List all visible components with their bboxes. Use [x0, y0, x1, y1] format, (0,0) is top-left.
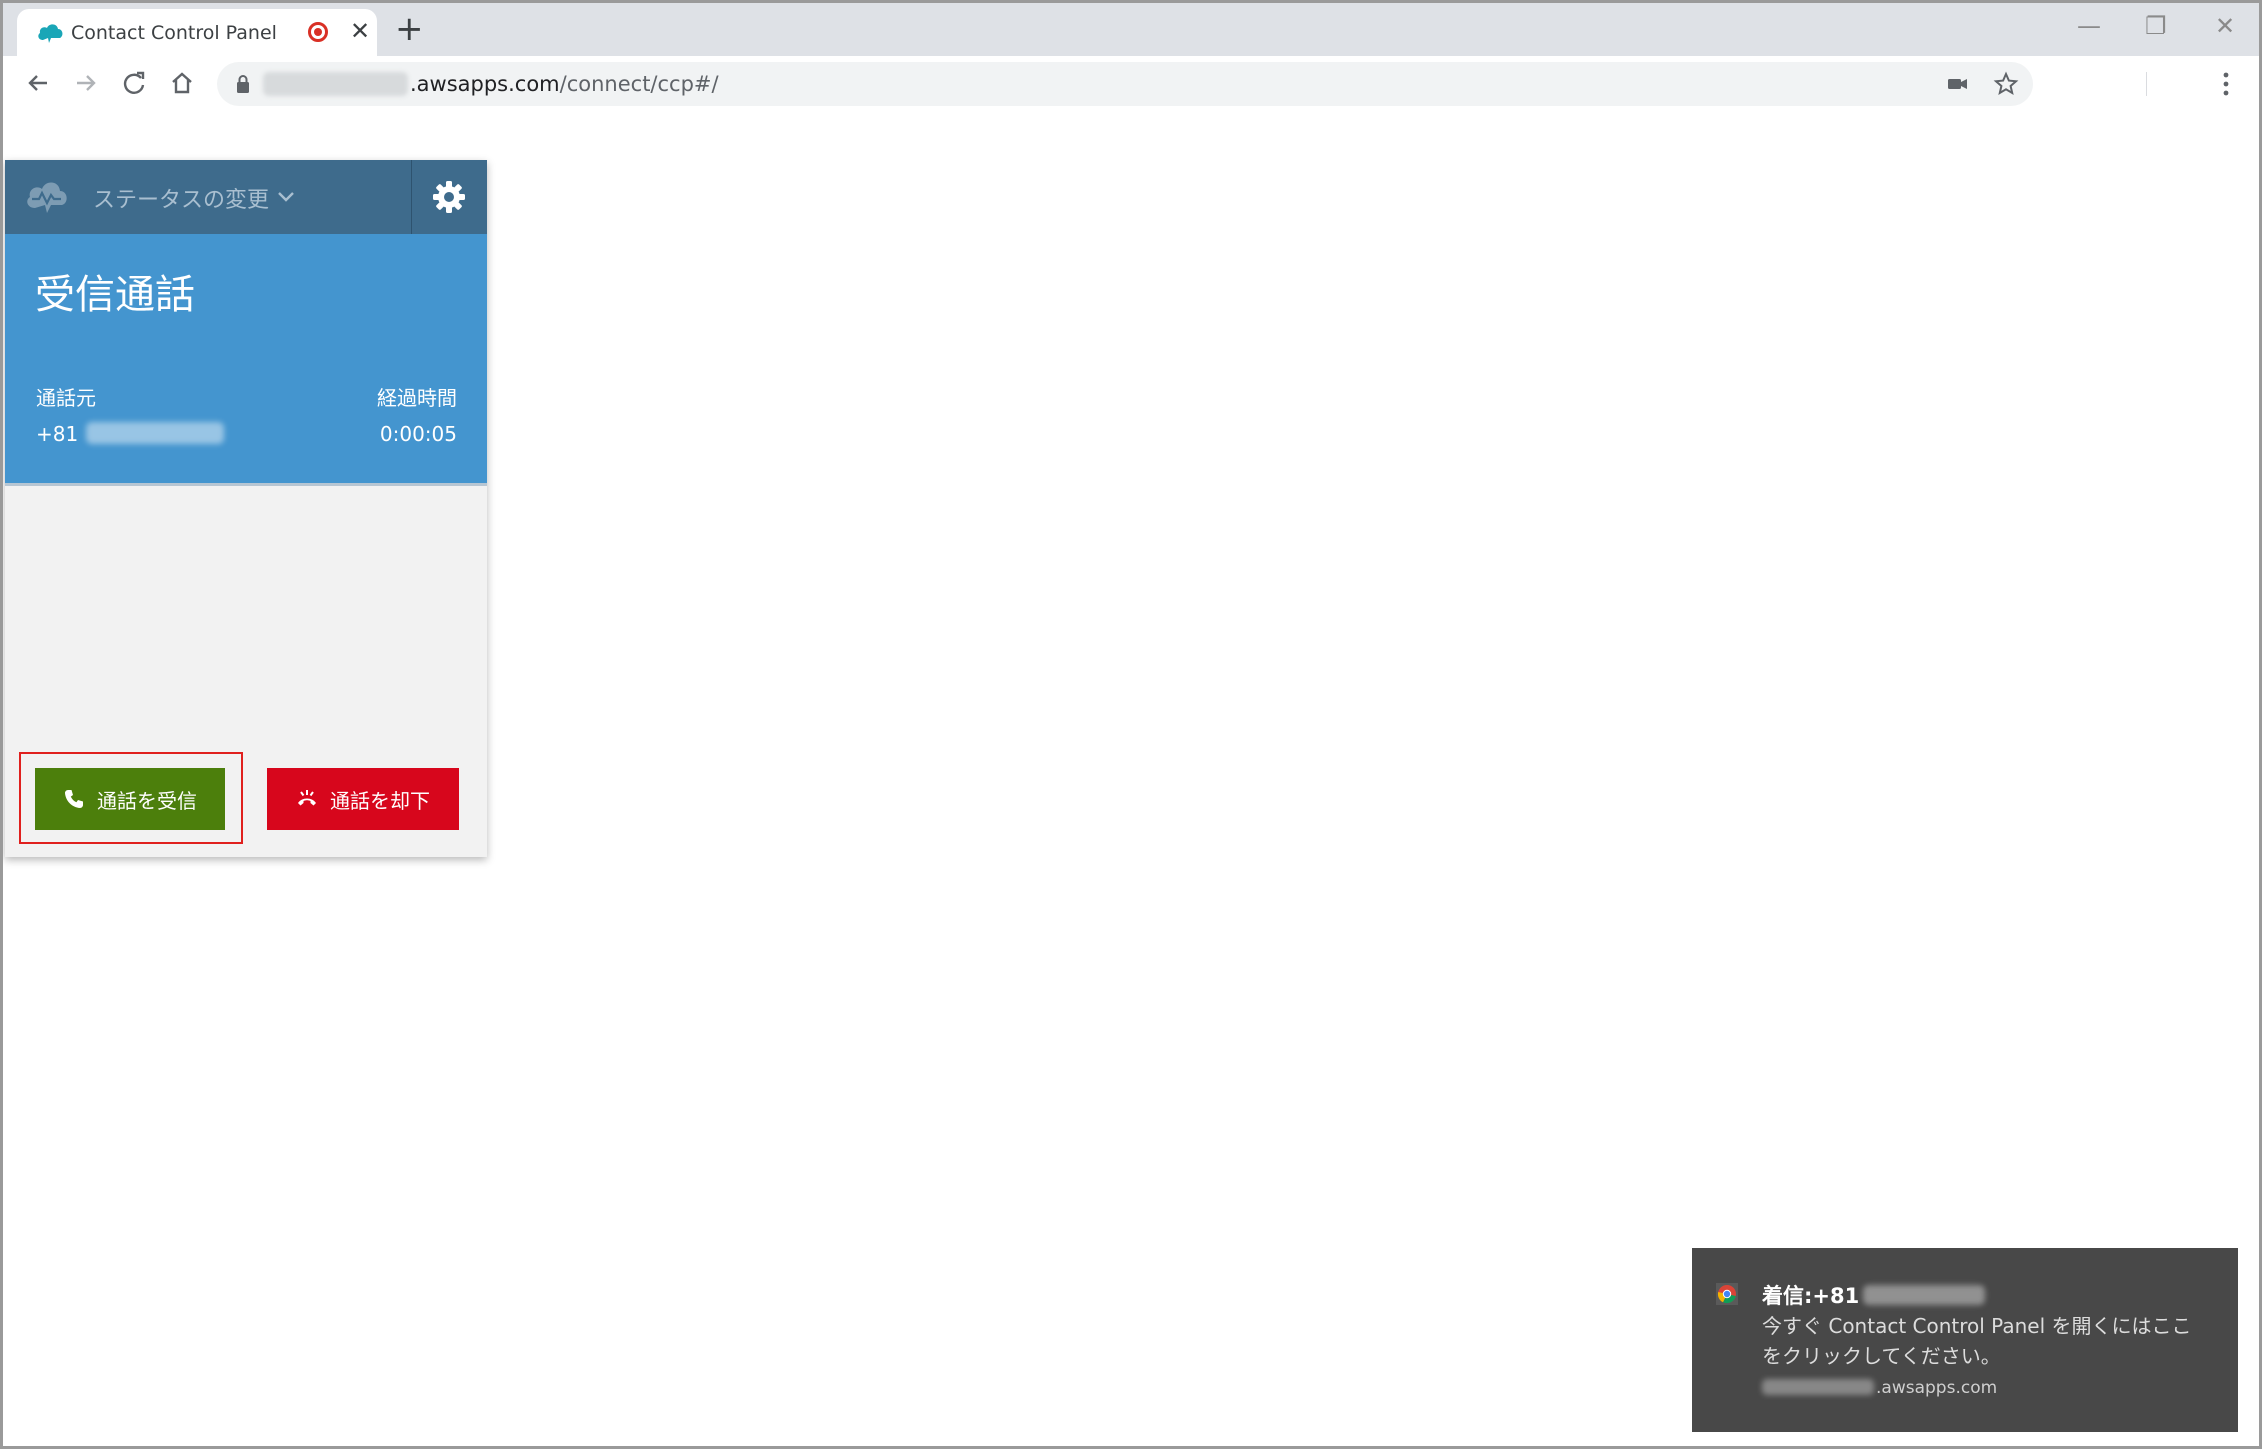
accept-call-button[interactable]: 通話を受信: [35, 768, 225, 830]
phone-icon: [65, 790, 83, 808]
elapsed-time-value: 0:00:05: [379, 422, 457, 446]
caller-label: 通話元: [36, 386, 96, 410]
url-path: /connect/ccp#/: [559, 72, 719, 96]
notification-title-prefix: 着信:+81: [1762, 1284, 1860, 1308]
gear-icon[interactable]: [432, 180, 466, 214]
tab-close-icon[interactable]: ✕: [350, 19, 370, 43]
home-icon[interactable]: [167, 68, 197, 98]
notification-source-domain: .awsapps.com: [1876, 1378, 1998, 1398]
caller-number-redacted: [86, 422, 225, 444]
chevron-down-icon[interactable]: [277, 191, 295, 203]
reject-call-label: 通話を却下: [330, 788, 430, 813]
tab-strip: Contact Control Panel ✕ + — ❐ ✕: [3, 3, 2259, 56]
notification-source: .awsapps.com: [1762, 1378, 1997, 1398]
url-host-blurred: test-connect1: [263, 72, 408, 96]
caller-number: +81: [36, 422, 225, 446]
lock-icon[interactable]: [235, 74, 251, 94]
accept-call-label: 通話を受信: [97, 788, 197, 813]
elapsed-time-label: 経過時間: [377, 386, 457, 410]
record-icon: [308, 22, 328, 42]
notification-body: 今すぐ Contact Control Panel を開くにはここをクリックして…: [1762, 1314, 2192, 1368]
minimize-icon[interactable]: —: [2077, 11, 2101, 41]
window-close-icon[interactable]: ✕: [2215, 11, 2235, 41]
url-host: .awsapps.com: [409, 72, 560, 96]
aws-connect-cloud-icon: [38, 24, 63, 43]
ccp-header: ステータスの変更: [5, 160, 487, 234]
back-icon[interactable]: [23, 68, 53, 98]
tab-contact-control-panel[interactable]: Contact Control Panel ✕: [17, 9, 377, 56]
aws-connect-logo-icon: [27, 182, 67, 213]
star-icon[interactable]: [1993, 71, 2019, 97]
incoming-call-notification[interactable]: 着信:+81 今すぐ Contact Control Panel を開くにはここ…: [1692, 1248, 2238, 1432]
notification-title: 着信:+81: [1762, 1280, 1986, 1310]
header-divider: [411, 160, 412, 234]
toolbar-separator: [2146, 72, 2147, 96]
incoming-call-info: 受信通話 通話元 経過時間 +81 0:00:05: [5, 234, 487, 486]
notification-number-redacted: [1863, 1285, 1986, 1305]
reject-call-button[interactable]: 通話を却下: [267, 768, 459, 830]
url-text: test-connect1.awsapps.com/connect/ccp#/: [263, 72, 719, 96]
contact-control-panel: ステータスの変更 受信通話 通話元 経過時間 +81 0:00:05 通話を受信…: [5, 160, 487, 857]
new-tab-plus-icon[interactable]: +: [395, 11, 424, 47]
address-bar[interactable]: test-connect1.awsapps.com/connect/ccp#/: [217, 62, 2033, 106]
tab-title: Contact Control Panel: [71, 22, 277, 44]
browser-toolbar: test-connect1.awsapps.com/connect/ccp#/: [3, 56, 2259, 113]
forward-icon[interactable]: [71, 68, 101, 98]
status-change-dropdown[interactable]: ステータスの変更: [93, 182, 269, 214]
notification-source-redacted: [1762, 1379, 1874, 1395]
camera-icon[interactable]: [1945, 71, 1971, 97]
caller-number-prefix: +81: [36, 422, 79, 446]
call-title: 受信通話: [35, 272, 195, 318]
reload-icon[interactable]: [119, 68, 149, 98]
chrome-icon: [1716, 1283, 1738, 1305]
restore-icon[interactable]: ❐: [2145, 11, 2167, 41]
hang-up-icon: [298, 790, 316, 806]
browser-window: Contact Control Panel ✕ + — ❐ ✕ test-: [0, 0, 2262, 1449]
menu-icon[interactable]: [2222, 69, 2230, 99]
